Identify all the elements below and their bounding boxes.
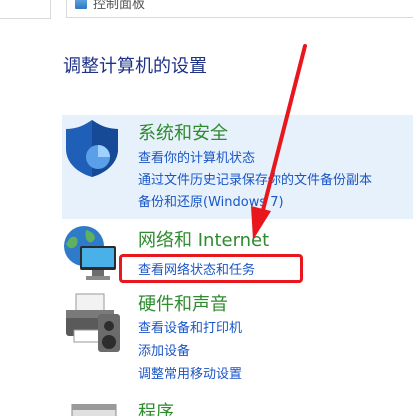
annotation-arrow (251, 44, 307, 240)
